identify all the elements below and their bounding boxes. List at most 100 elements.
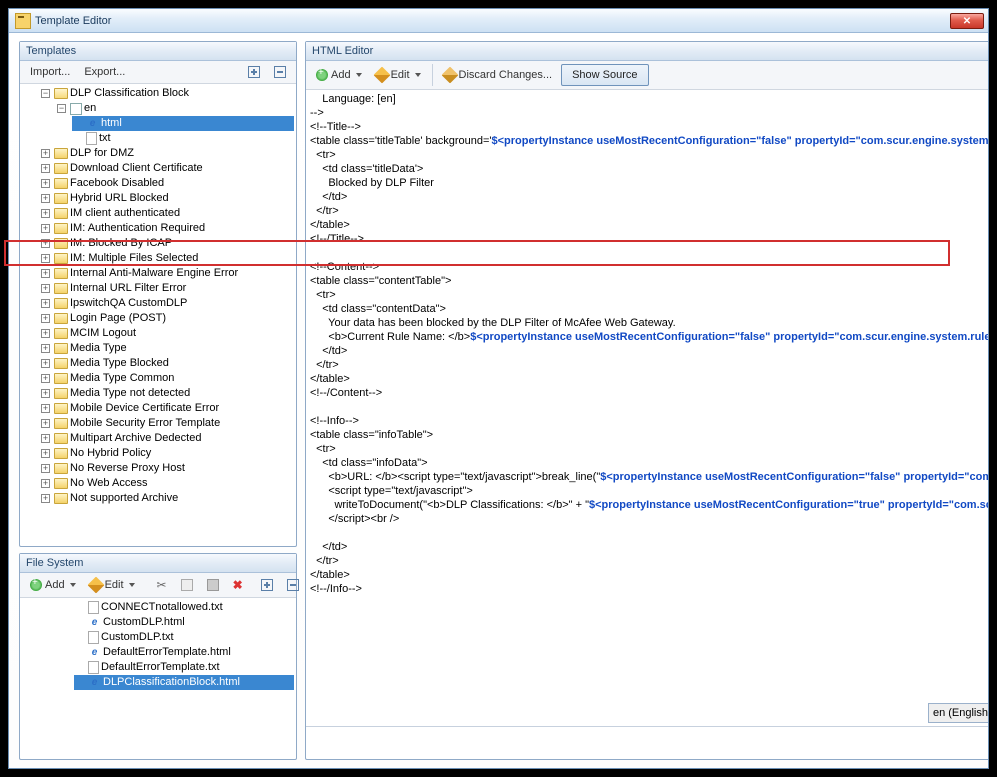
tree-item[interactable]: +IpswitchQA CustomDLP [40,296,294,311]
tree-item[interactable]: +Mobile Security Error Template [40,416,294,431]
fs-add-button[interactable]: Add [25,577,81,593]
tree-item[interactable]: +IM: Blocked By ICAP [40,236,294,251]
fs-item-label: DefaultErrorTemplate.html [103,645,231,660]
tree-item[interactable]: + Hybrid URL Blocked [40,191,294,206]
templates-tree[interactable]: − DLP Classification Block − en [20,84,296,546]
fs-expand-all-button[interactable] [256,577,278,593]
expand-toggle[interactable]: + [41,449,50,458]
folder-icon [54,253,68,264]
code-editor[interactable]: Language: [en] --> <!--Title--> <table c… [306,90,988,698]
tree-item[interactable]: +Internal Anti-Malware Engine Error [40,266,294,281]
filesystem-header: File System [20,554,296,573]
tree-item[interactable]: +Mobile Device Certificate Error [40,401,294,416]
fs-item[interactable]: DefaultErrorTemplate.txt [74,660,294,675]
editor-edit-button[interactable]: Edit [371,67,426,83]
fs-collapse-all-button[interactable] [282,577,304,593]
fs-item-label: DLPClassificationBlock.html [103,675,240,690]
tree-item[interactable]: +Media Type Common [40,371,294,386]
fs-item[interactable]: CustomDLP.txt [74,630,294,645]
tree-item-label: No Web Access [70,476,147,491]
fs-copy-button[interactable] [176,577,198,593]
tree-item[interactable]: +IM: Authentication Required [40,221,294,236]
folder-icon [54,328,68,339]
txt-file-icon [86,132,97,145]
tree-file-txt[interactable]: txt [99,131,111,146]
filesystem-tree[interactable]: CONNECTnotallowed.txtCustomDLP.htmlCusto… [20,598,296,759]
folder-icon [54,493,68,504]
fs-cut-button[interactable]: ✂ [152,576,172,594]
tree-item[interactable]: + No Web Access [40,476,294,491]
expand-toggle[interactable]: + [41,434,50,443]
expand-toggle[interactable]: + [41,329,50,338]
expand-toggle[interactable]: + [41,344,50,353]
expand-toggle[interactable]: + [41,419,50,428]
import-button[interactable]: Import... [25,64,75,80]
tree-item[interactable]: +Internal URL Filter Error [40,281,294,296]
expand-toggle[interactable]: + [41,164,50,173]
editor-add-button[interactable]: Add [311,67,367,83]
expand-toggle[interactable]: + [41,374,50,383]
expand-toggle[interactable]: + [41,194,50,203]
tree-item[interactable]: + Facebook Disabled [40,176,294,191]
tree-item[interactable]: +Download Client Certificate [40,161,294,176]
tree-item[interactable]: + Multipart Archive Dedected [40,431,294,446]
tree-item[interactable]: +Not supported Archive [40,491,294,506]
expand-toggle[interactable]: + [41,314,50,323]
tree-item-label: Login Page (POST) [70,311,166,326]
expand-toggle[interactable]: + [41,479,50,488]
expand-toggle[interactable]: + [41,404,50,413]
language-select[interactable]: en (English) [928,703,988,723]
expand-toggle[interactable]: + [41,179,50,188]
expand-toggle[interactable]: + [41,359,50,368]
fs-item[interactable]: CustomDLP.html [74,615,294,630]
tree-item[interactable]: + IM client authenticated [40,206,294,221]
fs-item[interactable]: CONNECTnotallowed.txt [74,600,294,615]
export-button[interactable]: Export... [79,64,130,80]
tree-item-label: Multipart Archive Dedected [70,431,201,446]
tree-item-label: Facebook Disabled [70,176,164,191]
expand-toggle[interactable]: + [41,224,50,233]
tree-item[interactable]: +No Hybrid Policy [40,446,294,461]
expand-toggle[interactable]: + [41,464,50,473]
expand-toggle[interactable]: + [41,254,50,263]
tree-item-label: IM client authenticated [70,206,180,221]
close-button[interactable]: ✕ [950,13,984,29]
tree-node-label[interactable]: DLP Classification Block [70,86,189,101]
tree-item-label: Media Type [70,341,127,356]
expand-toggle[interactable]: + [41,269,50,278]
tree-item[interactable]: +Media Type not detected [40,386,294,401]
expand-toggle[interactable]: + [41,239,50,248]
tree-item-label: Hybrid URL Blocked [70,191,169,206]
tree-item[interactable]: +Media Type Blocked [40,356,294,371]
tree-item[interactable]: +IM: Multiple Files Selected [40,251,294,266]
tree-item[interactable]: + Login Page (POST) [40,311,294,326]
expand-toggle[interactable]: + [41,299,50,308]
tree-item-label: DLP for DMZ [70,146,134,161]
fs-item[interactable]: DLPClassificationBlock.html [74,675,294,690]
tree-item[interactable]: +No Reverse Proxy Host [40,461,294,476]
tree-item[interactable]: + MCIM Logout [40,326,294,341]
fs-edit-button[interactable]: Edit [85,577,140,593]
discard-changes-button[interactable]: Discard Changes... [439,67,558,83]
expand-toggle[interactable]: + [41,149,50,158]
lang-icon [70,103,82,115]
expand-toggle[interactable]: − [41,89,50,98]
expand-toggle[interactable]: + [41,389,50,398]
expand-all-button[interactable] [243,64,265,80]
expand-toggle[interactable]: + [41,284,50,293]
txt-file-icon [88,601,99,614]
fs-delete-button[interactable]: ✖ [228,576,248,594]
expand-toggle[interactable]: + [41,209,50,218]
show-source-button[interactable]: Show Source [561,64,648,86]
expand-toggle[interactable]: − [57,104,66,113]
tree-item-label: MCIM Logout [70,326,136,341]
collapse-all-button[interactable] [269,64,291,80]
tree-item[interactable]: + DLP for DMZ [40,146,294,161]
tree-file-html[interactable]: html [101,116,122,131]
editor-toolbar: Add Edit Discard Changes... Show Source [306,61,988,90]
tree-node-label[interactable]: en [84,101,96,116]
tree-item[interactable]: + Media Type [40,341,294,356]
expand-toggle[interactable]: + [41,494,50,503]
fs-paste-button[interactable] [202,577,224,593]
fs-item[interactable]: DefaultErrorTemplate.html [74,645,294,660]
